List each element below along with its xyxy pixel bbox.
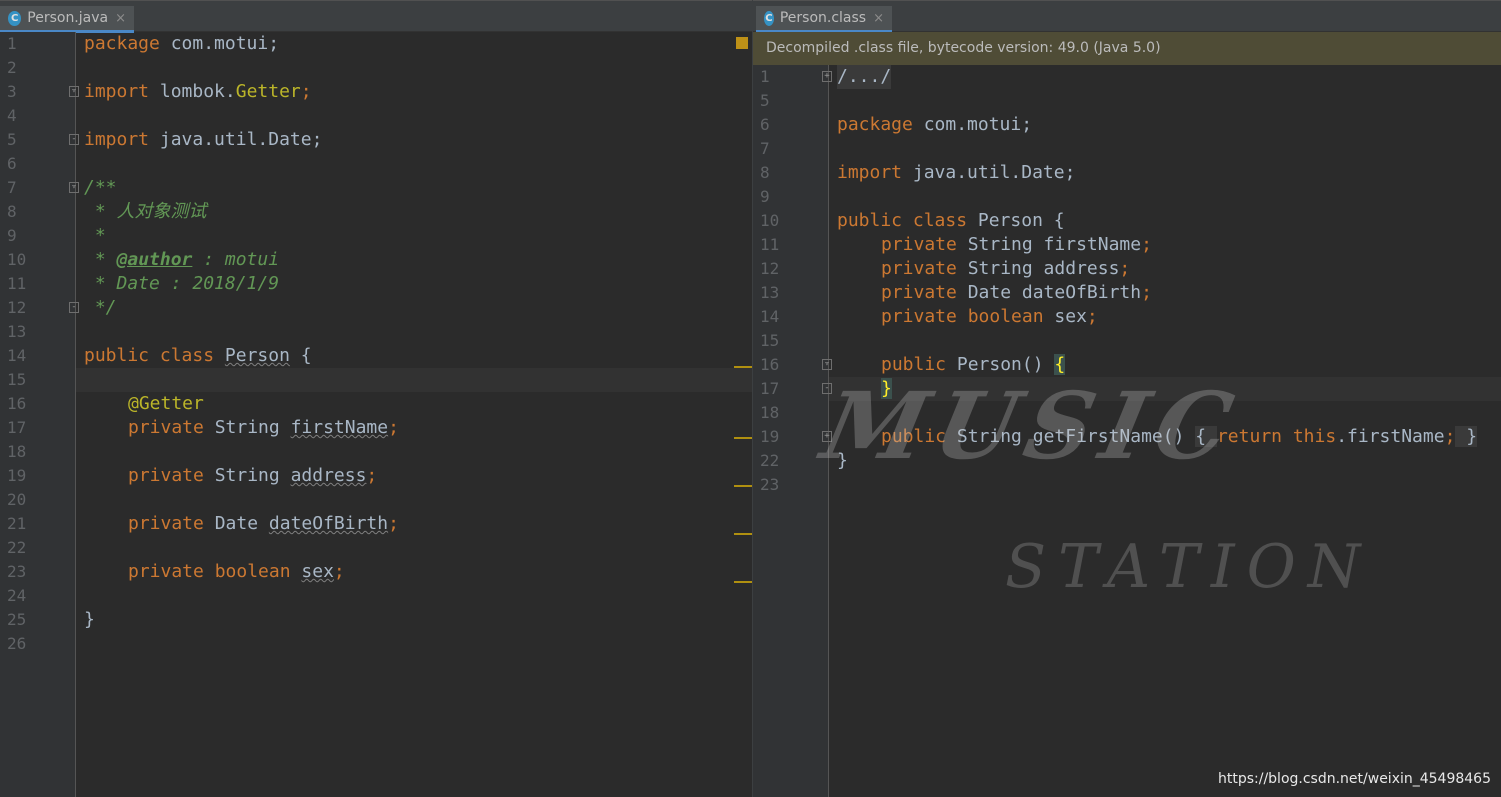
code-line: 26 [7,634,27,653]
code-line: 23 private boolean sex; [7,561,345,582]
code-line: 11 private String firstName; [760,234,1152,255]
fold-icon[interactable]: ▿ [822,359,832,370]
code-line: 1 package com.motui; [7,33,280,54]
code-line: 20 [7,490,27,509]
error-stripe-mark[interactable] [734,485,752,487]
code-line: 7 ▿/** [7,177,117,198]
code-line: 12- */ [7,297,117,318]
tab-person-java[interactable]: C Person.java × [0,6,134,33]
code-line: 12 private String address; [760,258,1131,279]
code-line: 9 [760,187,770,206]
watermark-logo-music: MUSIC [813,372,1252,480]
left-tab-bar: C Person.java × [0,0,752,33]
code-line: 21 private Date dateOfBirth; [7,513,399,534]
code-line: 19 private String address; [7,465,378,486]
code-line: 5- import java.util.Date; [7,129,323,150]
fold-icon[interactable]: ▿ [69,182,79,193]
right-editor-pane: C Person.class × Decompiled .class file,… [753,0,1501,797]
code-line: 17 private String firstName; [7,417,399,438]
code-line: 6 [7,154,17,173]
code-line: 14 private boolean sex; [760,306,1098,327]
left-editor-pane: C Person.java × 1 package com.motui; 2 3 ▿… [0,0,752,797]
error-stripe-mark[interactable] [734,366,752,368]
tab-person-class[interactable]: C Person.class × [756,6,892,33]
tab-label: Person.class [779,10,867,26]
source-url: https://blog.csdn.net/weixin_45498465 [1217,771,1491,787]
fold-icon[interactable]: ▿ [69,86,79,97]
decompiled-info-banner: Decompiled .class file, bytecode version… [753,32,1501,65]
code-line: 4 [7,106,17,125]
code-line: 2 [7,58,17,77]
code-line: 14 public class Person { [7,345,312,366]
code-line: 10 * @author : motui [7,249,280,270]
code-line: 18 [7,442,27,461]
java-class-icon: C [8,10,22,26]
expand-fold-icon[interactable]: + [822,71,832,82]
java-class-icon: C [764,10,774,26]
code-line: 16 @Getter [7,393,204,414]
code-line: 8 import java.util.Date; [760,162,1076,183]
fold-end-icon[interactable]: - [69,134,79,145]
code-line: 9 * [7,225,106,246]
close-icon[interactable]: × [115,11,126,26]
close-icon[interactable]: × [873,11,884,26]
code-line: 15 [7,370,27,389]
error-stripe-mark[interactable] [734,437,752,439]
error-stripe-mark[interactable] [734,533,752,535]
code-line: 15 [760,331,780,350]
code-line: 8 * 人对象测试 [7,201,207,222]
watermark-logo-station: STATION [1005,532,1373,602]
code-line: 24 [7,586,27,605]
code-line: 7 [760,139,770,158]
code-line: 25} [7,609,95,630]
error-stripe-mark[interactable] [734,581,752,583]
fold-end-icon[interactable]: - [822,383,832,394]
code-line: 13 [7,322,27,341]
code-line: 11 * Date : 2018/1/9 [7,273,280,294]
code-line: 22 [7,538,27,557]
code-line: 6 package com.motui; [760,114,1033,135]
fold-end-icon[interactable]: - [69,302,79,313]
code-line: 5 [760,91,770,110]
code-line: 1 +/.../ [760,65,892,89]
code-line: 13 private Date dateOfBirth; [760,282,1152,303]
code-line: 3 ▿ import lombok.Getter; [7,81,312,102]
code-line: 10 public class Person { [760,210,1065,231]
right-tab-bar: C Person.class × [753,0,1501,33]
tab-label: Person.java [27,10,109,26]
